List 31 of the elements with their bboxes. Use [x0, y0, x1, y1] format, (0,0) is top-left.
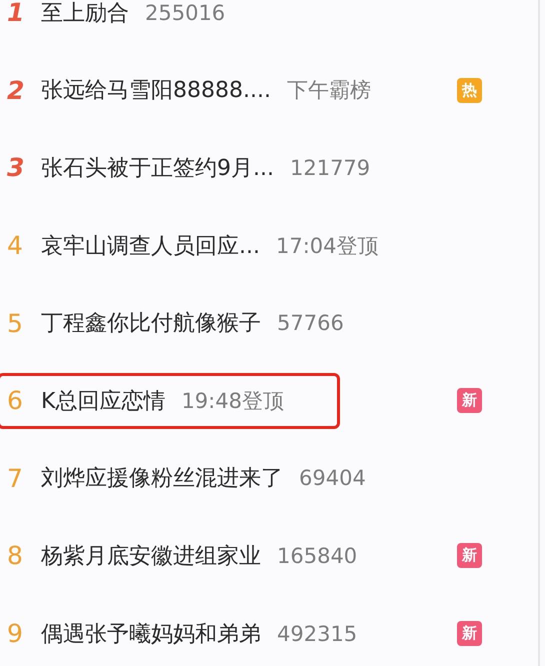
new-badge: 新 — [457, 543, 482, 568]
rank-number: 3 — [7, 153, 26, 182]
rank-number: 2 — [7, 76, 26, 105]
new-badge: 新 — [457, 621, 482, 646]
topic-title[interactable]: 杨紫月底安徽进组家业 — [41, 540, 261, 571]
new-badge: 新 — [457, 388, 482, 414]
topic-info: 19:48登顶 — [181, 388, 284, 415]
topic-info: 69404 — [299, 466, 366, 490]
rank-number: 1 — [7, 0, 26, 28]
topic-title[interactable]: K总回应恋情 — [41, 386, 166, 416]
rank-number: 6 — [7, 386, 24, 416]
topic-info: 165840 — [277, 544, 358, 568]
rank-number: 7 — [7, 464, 24, 493]
topic-info: 下午霸榜 — [286, 77, 371, 104]
hot-badge: 热 — [457, 78, 482, 103]
rank-number: 4 — [7, 231, 24, 260]
topic-info: 17:04登顶 — [276, 232, 379, 260]
topic-title[interactable]: 刘烨应援像粉丝混进来了 — [41, 463, 283, 494]
topic-info: 57766 — [277, 311, 344, 336]
topic-title[interactable]: 丁程鑫你比付航像猴子 — [41, 308, 261, 338]
topic-title[interactable]: 张石头被于正签约9月... — [41, 152, 274, 183]
rank-number: 9 — [7, 619, 24, 648]
topic-title[interactable]: 张远给马雪阳88888.... — [41, 75, 271, 106]
topic-title[interactable]: 至上励合 — [41, 0, 129, 28]
topic-info: 492315 — [277, 622, 358, 646]
rank-number: 5 — [7, 308, 24, 338]
topic-info: 121779 — [290, 156, 370, 180]
rank-number: 8 — [7, 541, 24, 570]
topic-title[interactable]: 哀牢山调查人员回应... — [41, 230, 260, 261]
topic-info: 255016 — [145, 0, 226, 25]
topic-title[interactable]: 偶遇张予曦妈妈和弟弟 — [41, 618, 261, 649]
